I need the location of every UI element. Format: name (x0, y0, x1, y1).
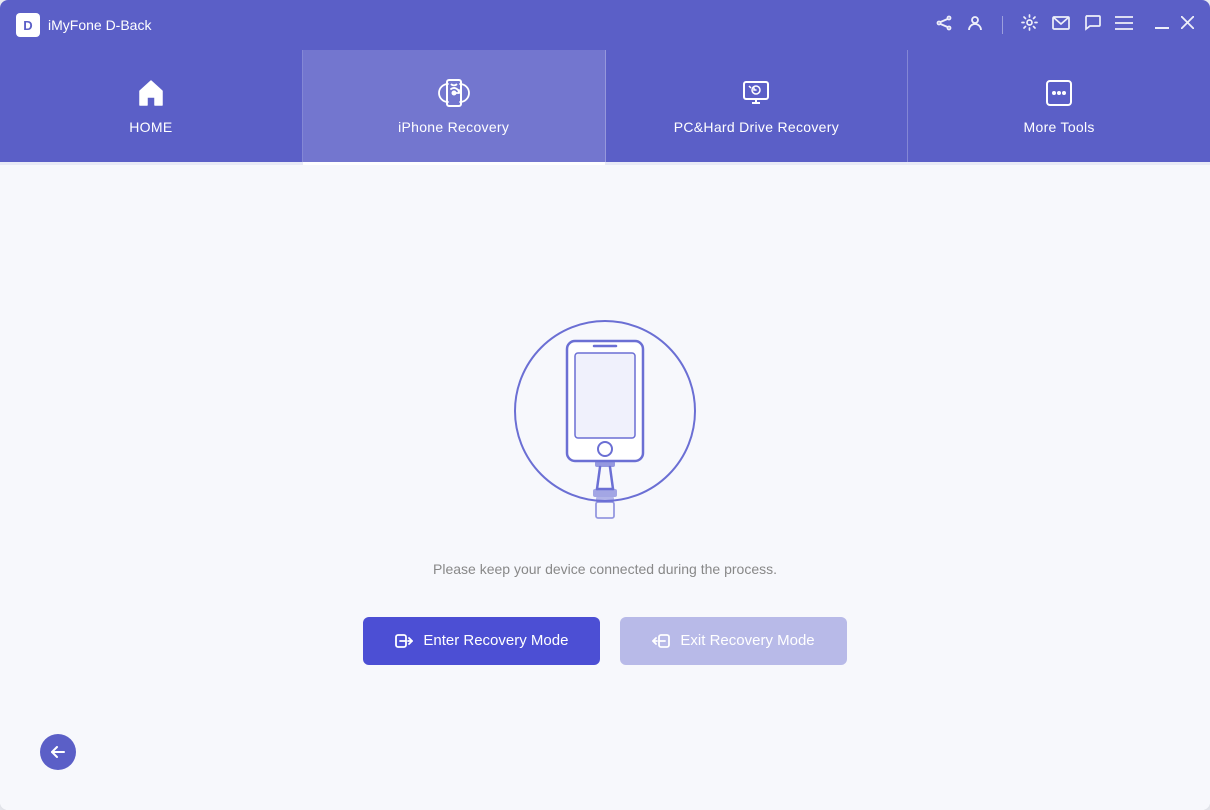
nav-item-pc-recovery[interactable]: PC&Hard Drive Recovery (606, 50, 909, 162)
title-bar-actions (936, 14, 1194, 37)
nav-item-more-tools[interactable]: More Tools (908, 50, 1210, 162)
window-controls (1155, 16, 1194, 34)
settings-icon[interactable] (1021, 14, 1038, 36)
close-button[interactable] (1181, 16, 1194, 34)
nav-label-home: HOME (129, 119, 172, 135)
buttons-row: Enter Recovery Mode Exit Recovery Mode (363, 617, 846, 665)
iphone-recovery-icon (438, 77, 470, 109)
enter-icon (395, 632, 413, 650)
instruction-text: Please keep your device connected during… (433, 561, 777, 577)
pc-recovery-icon (740, 77, 772, 109)
app-name: iMyFone D-Back (48, 17, 936, 33)
app-logo: D (16, 13, 40, 37)
nav-label-iphone-recovery: iPhone Recovery (398, 119, 509, 135)
mail-icon[interactable] (1052, 16, 1070, 35)
exit-icon (652, 632, 670, 650)
enter-recovery-mode-button[interactable]: Enter Recovery Mode (363, 617, 600, 665)
back-button[interactable] (40, 734, 76, 770)
nav-item-iphone-recovery[interactable]: iPhone Recovery (303, 50, 606, 162)
app-window: D iMyFone D-Back (0, 0, 1210, 810)
divider (1002, 16, 1003, 34)
account-icon[interactable] (966, 14, 984, 37)
nav-label-more-tools: More Tools (1024, 119, 1095, 135)
more-tools-icon (1043, 77, 1075, 109)
title-bar: D iMyFone D-Back (0, 0, 1210, 50)
main-content: Please keep your device connected during… (0, 165, 1210, 810)
minimize-button[interactable] (1155, 16, 1169, 34)
nav-bar: HOME iPhone Recovery (0, 50, 1210, 165)
exit-recovery-mode-button[interactable]: Exit Recovery Mode (620, 617, 846, 665)
share-icon[interactable] (936, 15, 952, 36)
home-icon (135, 77, 167, 109)
nav-item-home[interactable]: HOME (0, 50, 303, 162)
phone-illustration (505, 311, 705, 531)
nav-label-pc-recovery: PC&Hard Drive Recovery (674, 119, 839, 135)
hamburger-icon[interactable] (1115, 16, 1133, 35)
chat-icon[interactable] (1084, 14, 1101, 36)
back-arrow-icon (51, 746, 65, 758)
